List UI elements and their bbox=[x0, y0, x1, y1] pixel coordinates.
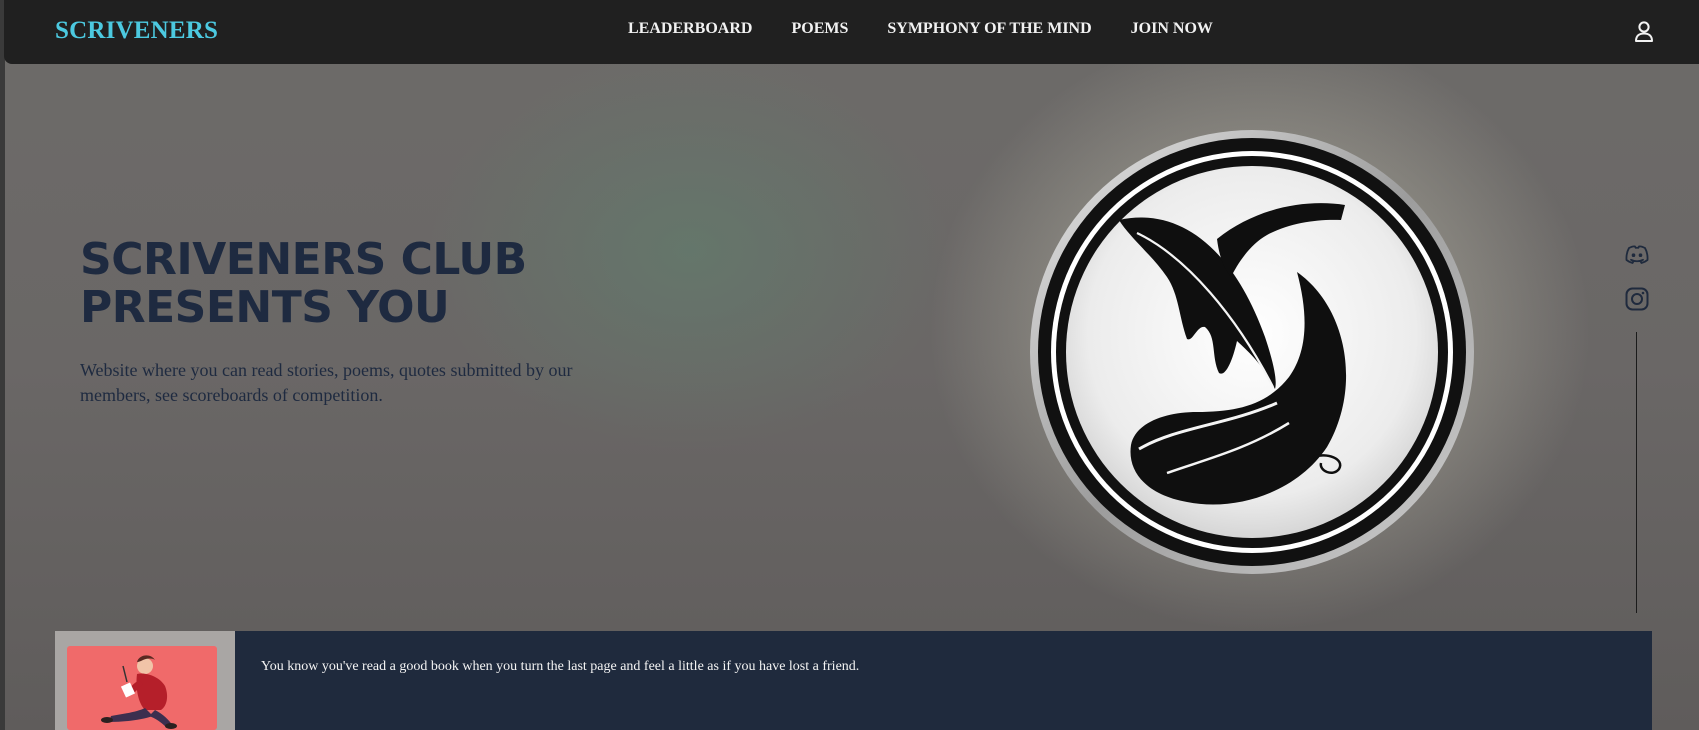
quote-banner: You know you've read a good book when yo… bbox=[55, 631, 1652, 730]
reading-person-illustration bbox=[67, 646, 217, 730]
quote-thumbnail-frame bbox=[55, 631, 235, 730]
quote-text: You know you've read a good book when yo… bbox=[261, 659, 860, 674]
left-edge-strip bbox=[0, 0, 5, 730]
main-nav: LEADERBOARD POEMS SYMPHONY OF THE MIND J… bbox=[628, 20, 1252, 38]
hero-description: Website where you can read stories, poem… bbox=[80, 360, 573, 405]
brand-logo-text[interactable]: SCRIVENERS bbox=[55, 17, 218, 45]
hero-title: SCRIVENERS CLUB PRESENTS YOU bbox=[80, 236, 640, 332]
top-navigation-bar: SCRIVENERS LEADERBOARD POEMS SYMPHONY OF… bbox=[4, 0, 1699, 64]
page: SCRIVENERS LEADERBOARD POEMS SYMPHONY OF… bbox=[0, 0, 1699, 730]
hero-title-line-1: SCRIVENERS CLUB bbox=[80, 234, 527, 285]
nav-item-leaderboard[interactable]: LEADERBOARD bbox=[628, 20, 752, 38]
instagram-icon[interactable] bbox=[1624, 286, 1650, 312]
nav-item-symphony-of-the-mind[interactable]: SYMPHONY OF THE MIND bbox=[887, 20, 1091, 38]
quill-feather-logo bbox=[1030, 130, 1474, 574]
hero-title-line-2: PRESENTS YOU bbox=[80, 282, 450, 333]
nav-item-join-now[interactable]: JOIN NOW bbox=[1131, 20, 1213, 38]
social-rail-line bbox=[1636, 332, 1637, 613]
user-icon[interactable] bbox=[1633, 20, 1655, 44]
discord-icon[interactable] bbox=[1624, 242, 1650, 268]
nav-item-poems[interactable]: POEMS bbox=[791, 20, 848, 38]
